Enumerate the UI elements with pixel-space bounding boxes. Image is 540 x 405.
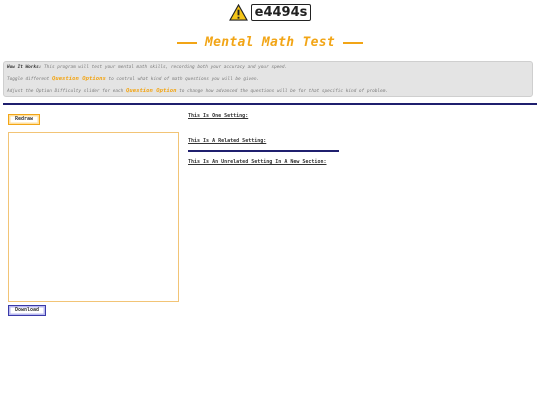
page-title: Mental Math Test [204, 35, 336, 50]
adjust-text-post: to change how advanced the questions wil… [179, 89, 388, 94]
drawing-canvas[interactable] [8, 132, 179, 302]
warning-icon [228, 4, 248, 21]
page-title-row: Mental Math Test [0, 35, 540, 50]
adjust-text-pre: Adjust the Option Difficulty slider for … [7, 89, 124, 94]
setting-related-label: This Is A Related Setting: [188, 138, 267, 144]
site-logo[interactable]: e4494s [0, 4, 540, 26]
question-options-label: Question Options [51, 76, 106, 82]
download-button[interactable]: Download [8, 305, 46, 316]
how-it-works-label: How It Works: [7, 65, 42, 70]
logo-text: e4494s [250, 4, 312, 21]
setting-unrelated-label: This Is An Unrelated Setting In A New Se… [188, 159, 327, 165]
title-left-rule [176, 41, 197, 44]
how-it-works-text: This program will test your mental math … [44, 65, 288, 70]
toggle-text-pre: Toggle different [7, 77, 50, 82]
info-panel: How It Works: This program will test you… [3, 61, 533, 97]
setting-one-label: This Is One Setting: [188, 113, 249, 119]
toggle-text-post: to control what kind of math questions y… [108, 77, 260, 82]
info-line-how-it-works: How It Works: This program will test you… [7, 65, 287, 70]
info-line-adjust: Adjust the Option Difficulty slider for … [7, 88, 388, 94]
question-option-label: Question Option [125, 88, 177, 94]
settings-section-divider [188, 150, 339, 152]
info-line-toggle: Toggle different Question Options to con… [7, 76, 259, 82]
section-divider [3, 103, 537, 105]
redraw-button[interactable]: Redraw [8, 114, 40, 125]
title-right-rule [343, 41, 364, 44]
